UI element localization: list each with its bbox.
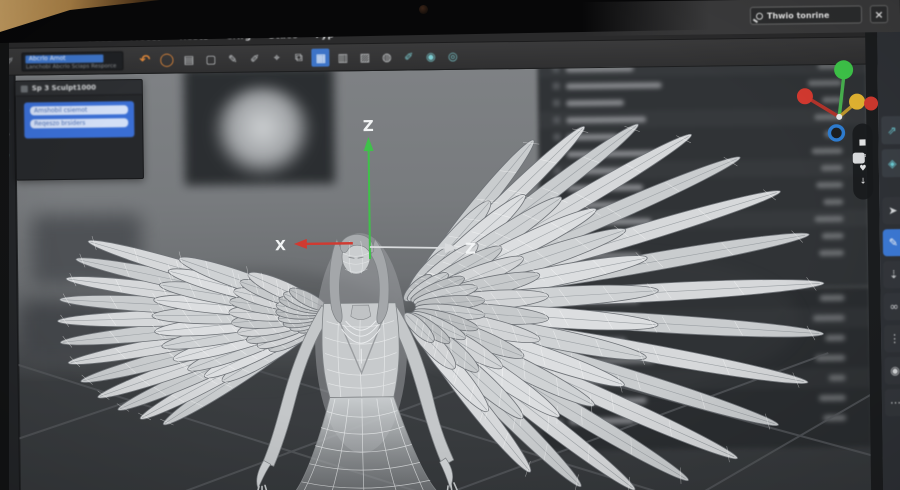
screen-icon[interactable]: ▦ [311,48,330,67]
search-box[interactable]: Thwio tonrine [749,5,863,25]
redo-icon[interactable]: ◯ [158,51,176,69]
arrow-down-icon[interactable]: ↓ [860,176,867,186]
close-button[interactable]: × [869,5,889,24]
navigation-gizmo[interactable] [791,52,893,171]
axis-label-up: Z [363,117,374,135]
panel-header-title: Sp 3 Sculpt1000 [31,83,97,93]
axis-label-right: Z [465,240,476,258]
texture-icon[interactable]: ▨ [356,48,374,66]
select-tool-button[interactable]: ➤ [881,197,900,225]
app-window: Z X Z TecoTwseFoseMecorRestsClwgStacoFyp… [0,20,900,490]
layers-icon[interactable]: ⧉ [290,49,308,67]
selected-item-line: Amshobil csiemot [30,105,129,116]
sphere-tool-button[interactable]: ◉ [883,357,900,385]
scene-objects-header: Sp 3 Sculpt1000 [15,79,142,97]
cage-icon[interactable]: ◎ [444,47,462,65]
loop-tool-button[interactable]: ∞ [883,293,900,321]
target-icon[interactable]: ⌖ [268,49,286,67]
points-tool-button[interactable]: ⋮ [883,325,900,353]
webcam-dot [419,5,428,14]
scene-objects-panel[interactable]: Sp 3 Sculpt1000 Amshobil csiemot Reqeszo… [14,78,144,181]
gizmo-x-neg-ball [864,96,879,111]
viewport-mode-button [852,152,865,164]
pen-icon[interactable]: ✎ [224,50,242,68]
coordinate-field-selection[interactable]: Abcrlo Amot [25,53,104,64]
gizmo-camera-ring [827,124,846,142]
gizmo-x-axis-ball [796,88,813,105]
upload-icon[interactable]: ▤ [180,50,198,68]
selected-item-line: Reqeszo brsiders [30,118,129,129]
selected-list-item[interactable]: Amshobil csiemot Reqeszo brsiders [23,101,135,139]
orb-icon[interactable]: ◉ [422,47,440,65]
undo-icon[interactable]: ↶ [136,51,154,69]
search-icon [755,12,764,20]
brush-icon[interactable]: ✐ [400,47,418,65]
axis-label-left: X [275,238,286,254]
frame-icon[interactable]: ▢ [202,50,220,68]
pull-tool-button[interactable]: ⇣ [882,261,900,289]
gizmo-y-axis-ball [834,60,854,80]
sphere-icon[interactable]: ◍ [378,48,396,66]
panel-header-icon [20,84,28,93]
photo-of-monitor: Z X Z TecoTwseFoseMecorRestsClwgStacoFyp… [0,0,900,490]
search-text: Thwio tonrine [766,10,830,21]
coordinate-field[interactable]: Abcrlo Amot Lanchobi Abcrlo Sciaps Respo… [21,50,124,72]
pen-dot-icon[interactable]: ✐ [246,49,264,67]
app-titlebar: Thwio tonrine × [581,0,900,37]
more-tools-button[interactable]: ⋯ [884,389,900,417]
pen-tool-button[interactable]: ✎ [882,229,900,257]
coordinate-field-subtext: Lanchobi Abcrlo Sciaps Resporce [25,62,117,71]
monitor-left-bezel [0,36,9,490]
screen-alt-icon[interactable]: ▥ [334,48,352,66]
